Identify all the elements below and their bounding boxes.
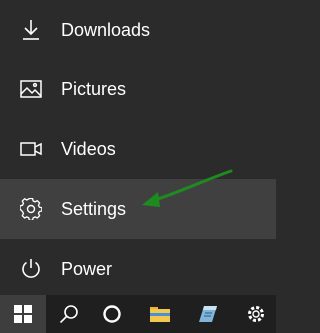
menu-item-pictures[interactable]: Pictures — [0, 59, 276, 119]
settings-gear-icon[interactable] — [233, 295, 279, 333]
search-icon[interactable] — [46, 295, 92, 333]
menu-item-label: Downloads — [61, 19, 151, 40]
menu-item-label: Power — [61, 258, 113, 279]
cortana-icon[interactable] — [89, 295, 135, 333]
menu-item-power[interactable]: Power — [0, 239, 276, 299]
menu-item-videos[interactable]: Videos — [0, 119, 276, 179]
menu-item-label: Pictures — [61, 78, 127, 99]
pictures-icon — [19, 77, 43, 101]
notes-app-icon[interactable] — [185, 295, 231, 333]
menu-item-settings[interactable]: Settings — [0, 179, 276, 239]
start-menu-places: Downloads Pictures Videos Settings Power — [0, 0, 276, 295]
menu-item-label: Videos — [61, 138, 116, 159]
menu-item-downloads[interactable]: Downloads — [0, 0, 276, 60]
settings-icon — [19, 197, 43, 221]
videos-icon — [19, 137, 43, 161]
download-icon — [19, 18, 43, 42]
windows-start-icon[interactable] — [0, 295, 46, 333]
menu-item-label: Settings — [61, 198, 127, 219]
taskbar — [0, 295, 276, 333]
power-icon — [19, 257, 43, 281]
file-explorer-icon[interactable] — [137, 295, 183, 333]
